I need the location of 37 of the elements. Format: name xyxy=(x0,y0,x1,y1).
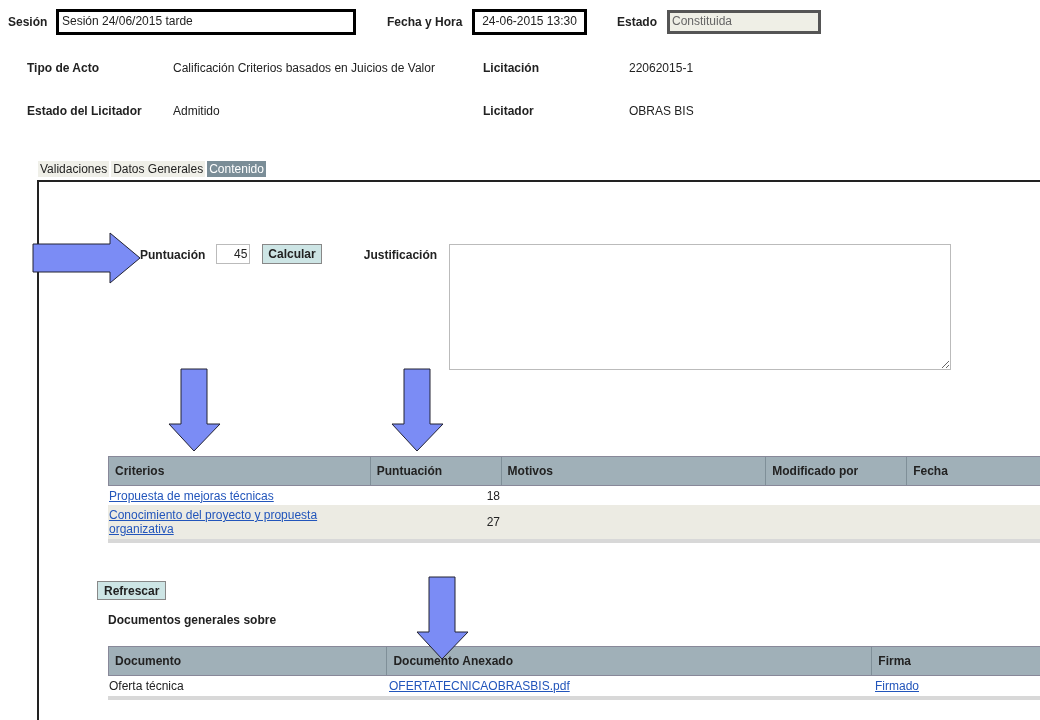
table-cell-text: Oferta técnica xyxy=(108,678,185,695)
refresh-button[interactable]: Refrescar xyxy=(97,581,167,600)
signed-link[interactable]: Firmado xyxy=(873,677,921,695)
justification-field[interactable] xyxy=(449,244,952,370)
field-label: Estado xyxy=(617,14,658,31)
column-header: Firma xyxy=(872,647,1040,675)
info-value: Calificación Criterios basados en Juicios de Valor xyxy=(173,61,436,75)
column-header: Documento xyxy=(109,647,388,675)
column-header: Puntuación xyxy=(370,457,502,485)
info-label: Licitación xyxy=(483,61,540,75)
info-value: 22062015-1 xyxy=(629,61,695,75)
info-value: Admitido xyxy=(173,104,221,118)
field-label: Puntuación xyxy=(140,247,206,264)
column-header: Modificado por xyxy=(766,457,908,485)
tab[interactable]: Validaciones xyxy=(38,161,110,177)
column-header: Criterios xyxy=(109,457,371,485)
criterion-link[interactable]: Propuesta de mejoras técnicas xyxy=(108,488,338,503)
table-cell-text: 18 xyxy=(485,487,500,505)
session-field[interactable]: Sesión 24/06/2015 tarde xyxy=(56,9,356,35)
info-label: Tipo de Acto xyxy=(27,61,100,75)
column-header: Fecha xyxy=(907,457,1040,485)
datetime-field[interactable]: 24-06-2015 13:30 xyxy=(472,9,587,35)
info-label: Licitador xyxy=(483,104,535,118)
info-value: OBRAS BIS xyxy=(629,104,695,118)
criterion-link[interactable]: Conocimiento del proyecto y propuesta organizativa xyxy=(108,508,338,536)
info-label: Estado del Licitador xyxy=(27,104,143,118)
calculate-button[interactable]: Calcular xyxy=(262,244,322,264)
field-label: Justificación xyxy=(363,247,438,264)
field-label: Fecha y Hora xyxy=(387,14,464,31)
status-field: Constituida xyxy=(667,10,821,34)
table-cell-text: 27 xyxy=(485,514,500,531)
field-label: Sesión xyxy=(8,14,49,31)
file-link[interactable]: OFERTATECNICAOBRASBIS.pdf xyxy=(387,677,873,695)
column-header: Motivos xyxy=(501,457,767,485)
tab[interactable]: Datos Generales xyxy=(111,161,206,177)
section-title: Documentos generales sobre xyxy=(108,612,278,629)
score-field[interactable]: 45 xyxy=(216,244,251,264)
